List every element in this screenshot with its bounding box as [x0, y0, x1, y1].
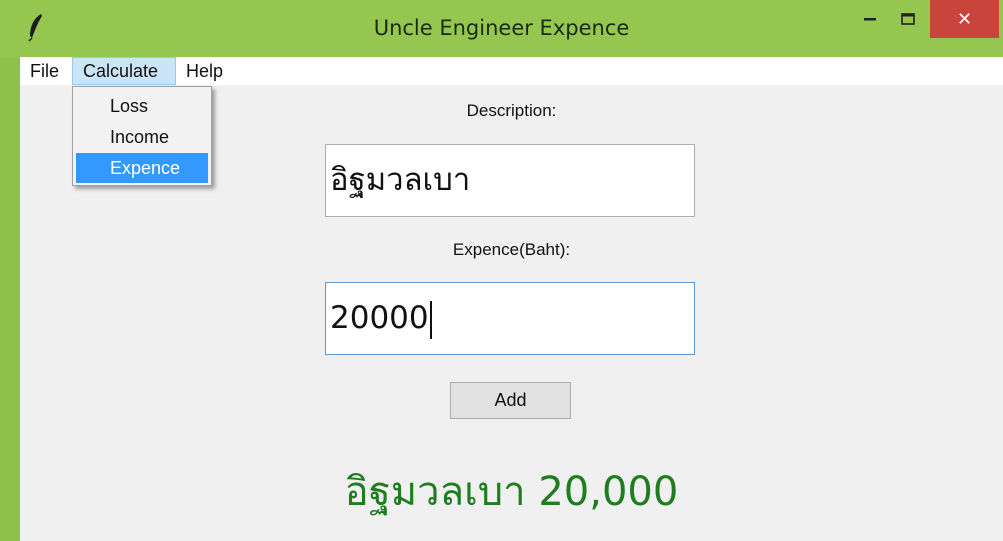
- text-caret: [429, 300, 432, 339]
- menu-file[interactable]: File: [20, 57, 70, 85]
- window-title: Uncle Engineer Expence: [373, 16, 630, 40]
- close-button[interactable]: ✕: [930, 0, 999, 38]
- client-area: File Calculate Help Description: อิฐมวลเ…: [20, 57, 1003, 541]
- close-icon: ✕: [956, 8, 973, 30]
- minimize-icon: [864, 18, 876, 21]
- menu-item-expence[interactable]: Expence: [76, 153, 208, 183]
- expence-value: 20000: [330, 300, 429, 336]
- app-window: Uncle Engineer Expence ✕ File Calculate …: [0, 0, 1003, 541]
- add-button[interactable]: Add: [450, 382, 571, 419]
- menu-bar: File Calculate Help: [20, 57, 1003, 85]
- calculate-dropdown-menu: Loss Income Expence: [72, 86, 212, 186]
- menu-help[interactable]: Help: [176, 57, 236, 85]
- minimize-button[interactable]: [854, 0, 886, 38]
- expence-input[interactable]: 20000: [325, 282, 695, 355]
- expence-label: Expence(Baht):: [452, 240, 571, 259]
- maximize-button[interactable]: [892, 0, 924, 38]
- menu-item-income[interactable]: Income: [76, 122, 208, 152]
- result-text: อิฐมวลเบา 20,000: [344, 469, 679, 515]
- menu-calculate[interactable]: Calculate: [72, 57, 176, 85]
- menu-item-loss[interactable]: Loss: [76, 91, 208, 121]
- title-bar[interactable]: Uncle Engineer Expence ✕: [0, 0, 1003, 57]
- description-input[interactable]: อิฐมวลเบา: [325, 144, 695, 217]
- maximize-icon: [901, 13, 915, 25]
